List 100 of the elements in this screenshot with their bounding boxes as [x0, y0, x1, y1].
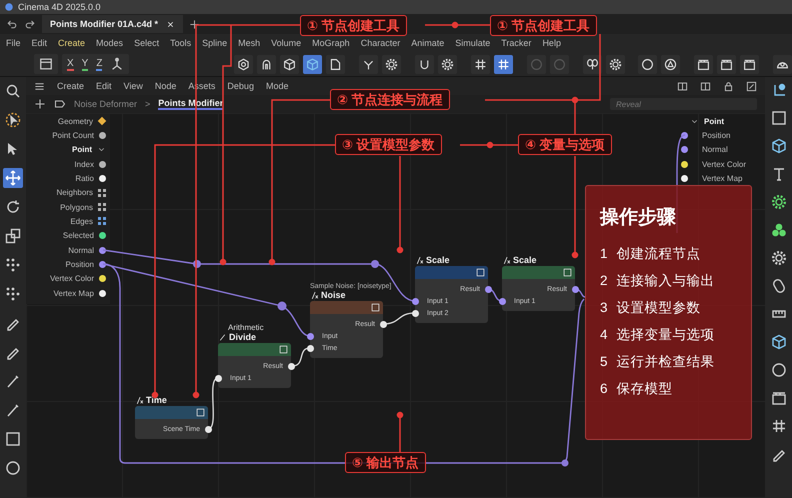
- document-tab[interactable]: Points Modifier 01A.c4d *: [42, 15, 184, 33]
- layout-icon[interactable]: [700, 80, 711, 92]
- menu-item[interactable]: Create: [57, 81, 84, 91]
- search-icon[interactable]: [5, 83, 21, 99]
- preview-square-icon[interactable]: [279, 345, 288, 354]
- display-icon[interactable]: [39, 57, 53, 71]
- port-grid-icon[interactable]: [98, 203, 106, 212]
- menu-item[interactable]: Modes: [96, 38, 124, 48]
- lock-icon[interactable]: [723, 80, 734, 92]
- square-icon[interactable]: [5, 431, 21, 447]
- menu-item[interactable]: Debug: [227, 81, 254, 91]
- menu-item[interactable]: Select: [134, 38, 160, 48]
- preview-square-icon[interactable]: [371, 303, 380, 312]
- edit-icon[interactable]: [746, 80, 757, 92]
- menu-item[interactable]: Animate: [411, 38, 444, 48]
- gear-icon[interactable]: [770, 194, 786, 210]
- plus-icon[interactable]: [189, 18, 200, 30]
- port-dot[interactable]: [681, 146, 688, 154]
- menu-item[interactable]: Mode: [266, 81, 288, 91]
- clapperboard-icon[interactable]: [697, 58, 710, 70]
- port-dot[interactable]: [412, 310, 418, 316]
- triangle-circle-icon[interactable]: [664, 58, 678, 70]
- menu-item[interactable]: Tools: [170, 38, 192, 48]
- preview-square-icon[interactable]: [563, 268, 572, 277]
- menu-item[interactable]: Edit: [96, 81, 112, 91]
- menu-item[interactable]: File: [6, 38, 21, 48]
- clapperboard-icon[interactable]: [770, 390, 786, 406]
- port-dot[interactable]: [681, 160, 688, 168]
- menu-item[interactable]: Node: [154, 81, 176, 91]
- port-dot[interactable]: [572, 286, 578, 292]
- dots-grid-icon[interactable]: [5, 286, 21, 302]
- scale-icon[interactable]: [5, 228, 21, 244]
- port-dot[interactable]: [681, 174, 688, 182]
- port-dot[interactable]: [99, 275, 106, 282]
- menu-item[interactable]: Tracker: [501, 38, 532, 48]
- selection-circle-icon[interactable]: [5, 112, 21, 128]
- plus-icon[interactable]: [34, 98, 46, 110]
- port-dot[interactable]: [306, 344, 314, 352]
- menu-item[interactable]: Volume: [271, 38, 302, 48]
- hexagon-icon[interactable]: [237, 58, 250, 70]
- port-dot[interactable]: [288, 362, 294, 370]
- brush-icon[interactable]: [5, 373, 21, 389]
- brush-icon[interactable]: [5, 402, 21, 418]
- document-icon[interactable]: [329, 58, 342, 70]
- menu-item[interactable]: Mesh: [238, 38, 260, 48]
- grid-icon[interactable]: [770, 418, 786, 434]
- dots-grid-icon[interactable]: [5, 257, 21, 273]
- port-dot[interactable]: [484, 286, 492, 292]
- gear-icon[interactable]: [385, 58, 398, 70]
- capsule-icon[interactable]: [770, 278, 786, 294]
- port-dot[interactable]: [99, 246, 106, 254]
- menu-icon[interactable]: [34, 80, 45, 92]
- menu-item[interactable]: MoGraph: [312, 38, 350, 48]
- port-dot[interactable]: [99, 232, 106, 240]
- menu-item[interactable]: Help: [542, 38, 561, 48]
- move-arrows-icon[interactable]: [5, 170, 21, 186]
- port-dot[interactable]: [214, 374, 222, 382]
- rotate-icon[interactable]: [5, 199, 21, 215]
- tag-icon[interactable]: [54, 98, 66, 110]
- gear-icon[interactable]: [441, 58, 454, 70]
- axis-gizmo-icon[interactable]: [110, 57, 124, 71]
- port-dot[interactable]: [99, 174, 106, 182]
- cube-icon[interactable]: [770, 138, 786, 154]
- port-dot[interactable]: [99, 132, 106, 139]
- axis-toggle[interactable]: Z: [96, 58, 102, 70]
- magnet-icon[interactable]: [418, 58, 432, 70]
- breadcrumb-item[interactable]: Noise Deformer: [74, 99, 138, 109]
- search-field[interactable]: Reveal: [610, 98, 757, 110]
- square-icon[interactable]: [770, 110, 786, 126]
- clover-icon[interactable]: [770, 222, 786, 238]
- port-dot[interactable]: [204, 426, 212, 432]
- reroute-dot[interactable]: [371, 260, 379, 268]
- port-dot[interactable]: [412, 298, 418, 304]
- axis-toggle[interactable]: Y: [82, 58, 88, 70]
- clapperboard-icon[interactable]: [720, 58, 734, 70]
- reroute-dot[interactable]: [562, 460, 568, 466]
- menu-item[interactable]: Edit: [32, 38, 48, 48]
- reroute-dot[interactable]: [193, 260, 201, 268]
- cube-icon[interactable]: [770, 334, 786, 350]
- arch-icon[interactable]: [260, 58, 274, 70]
- preview-square-icon[interactable]: [476, 268, 485, 277]
- box-icon[interactable]: [283, 58, 296, 70]
- menu-item[interactable]: Spline: [202, 38, 228, 48]
- port-dot[interactable]: [380, 320, 386, 328]
- gear-icon[interactable]: [770, 250, 786, 266]
- port-dot[interactable]: [99, 160, 106, 168]
- clapperboard-icon[interactable]: [743, 58, 756, 70]
- gear-icon[interactable]: [608, 58, 622, 70]
- port-dot[interactable]: [99, 290, 106, 297]
- close-icon[interactable]: [166, 20, 176, 28]
- port-dot[interactable]: [306, 332, 314, 340]
- redo-icon[interactable]: [24, 18, 36, 30]
- port-dot[interactable]: [498, 298, 506, 304]
- reroute-dot[interactable]: [278, 302, 286, 310]
- port-grid-icon[interactable]: [98, 217, 106, 226]
- menu-item[interactable]: View: [124, 81, 143, 91]
- undo-icon[interactable]: [6, 18, 18, 30]
- axis-toggle[interactable]: X: [67, 58, 74, 70]
- menu-item[interactable]: Create: [58, 38, 86, 48]
- layout-icon[interactable]: [677, 80, 688, 92]
